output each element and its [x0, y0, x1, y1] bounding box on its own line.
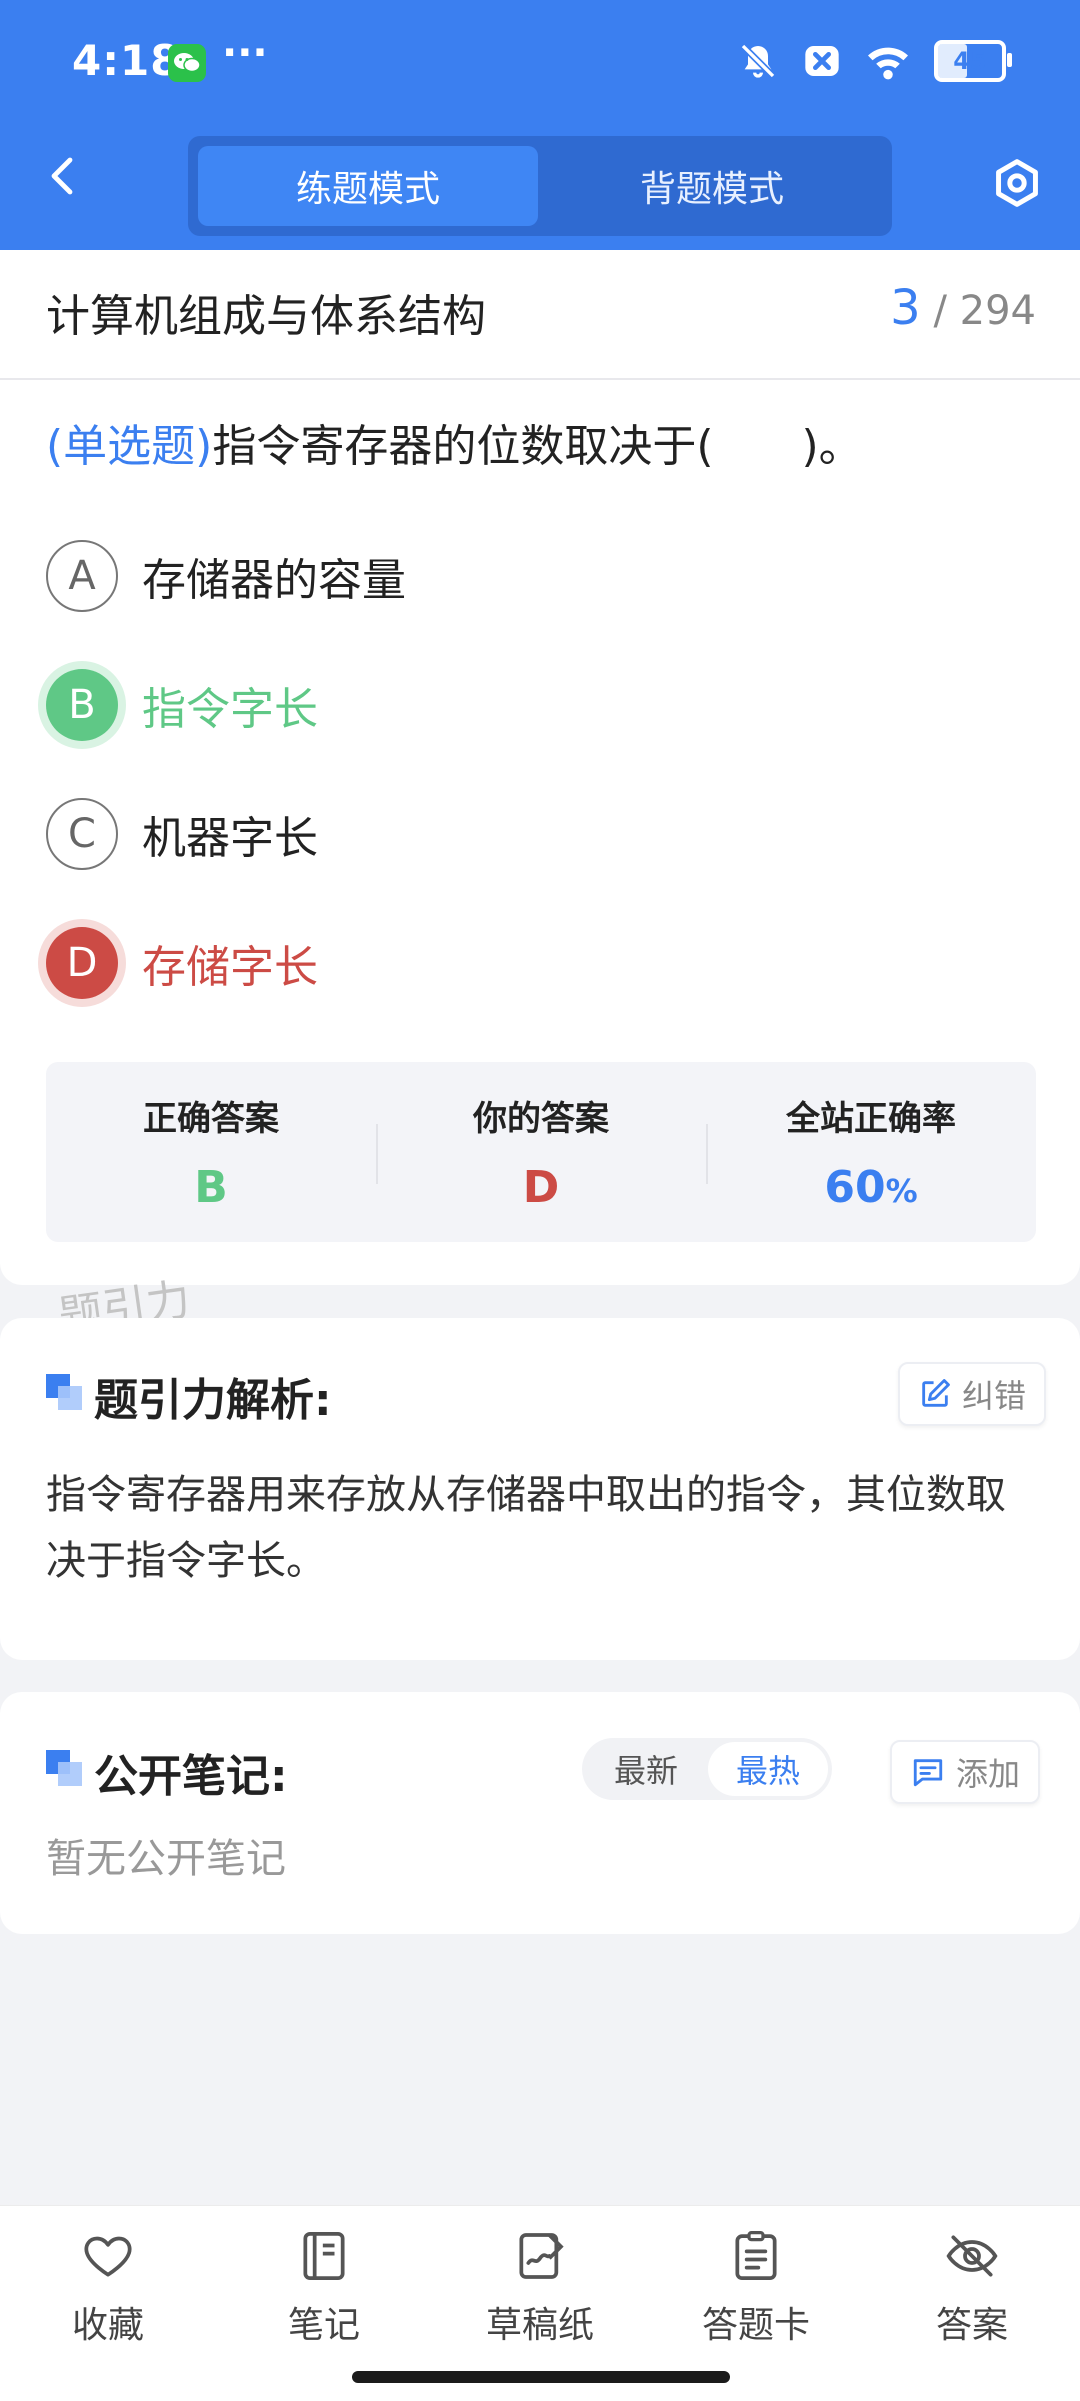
question-type: (单选题)	[46, 421, 213, 472]
section-square-icon	[46, 1750, 82, 1786]
option-d[interactable]: D 存储字长	[46, 925, 318, 1001]
answer-sheet-icon	[735, 2231, 777, 2281]
total-questions: 294	[959, 288, 1036, 334]
counter-separator: /	[933, 288, 947, 334]
draft-icon	[519, 2233, 564, 2279]
question-stem: (单选题)指令寄存器的位数取决于( )。	[46, 410, 863, 474]
option-key: B	[46, 669, 118, 741]
option-text: 存储器的容量	[142, 555, 406, 606]
accuracy-value: 60%	[824, 1162, 917, 1213]
back-arrow-icon[interactable]	[40, 152, 88, 200]
nav-label: 答案	[935, 2305, 1008, 2346]
analysis-text: 指令寄存器用来存放从存储器中取出的指令，其位数取决于指令字长。	[46, 1472, 1006, 1584]
mode-switch: 练题模式 背题模式	[188, 136, 892, 236]
status-icons: 45	[738, 40, 1012, 82]
current-question-number: 3	[890, 280, 921, 336]
divider	[0, 378, 1080, 380]
add-note-label: 添加	[956, 1755, 1021, 1793]
comment-icon	[913, 1759, 943, 1787]
option-text: 指令字长	[142, 684, 318, 735]
analysis-title: 题引力解析:	[94, 1375, 332, 1426]
section-square-icon	[46, 1374, 82, 1410]
status-bar: 4:18 ··· 45	[0, 0, 1080, 125]
status-overflow: ···	[222, 30, 268, 76]
subject-title: 计算机组成与体系结构	[46, 291, 486, 342]
sort-latest[interactable]: 最新	[586, 1742, 706, 1796]
notes-sort-switch: 最新 最热	[582, 1738, 832, 1800]
option-c[interactable]: C 机器字长	[46, 796, 318, 872]
nav-label: 收藏	[71, 2305, 144, 2346]
edit-icon	[922, 1379, 950, 1407]
sort-hottest[interactable]: 最热	[708, 1742, 828, 1796]
option-key: D	[46, 927, 118, 999]
option-text: 机器字长	[142, 813, 318, 864]
accuracy-block: 全站正确率 60%	[706, 1062, 1036, 1242]
notebook-icon	[303, 2231, 345, 2281]
question-counter: 3 / 294	[890, 280, 1036, 336]
favorite-button[interactable]: 收藏	[0, 2206, 216, 2356]
bottom-toolbar: 收藏 笔记 草稿纸 答题卡 答案	[0, 2205, 1080, 2401]
notes-empty-state: 暂无公开笔记	[46, 1836, 286, 1882]
your-answer-value: D	[522, 1162, 560, 1213]
notes-button[interactable]: 笔记	[216, 2206, 432, 2356]
mute-bell-icon	[740, 43, 776, 79]
report-error-label: 纠错	[962, 1377, 1027, 1415]
nav-label: 答题卡	[701, 2305, 810, 2346]
nav-label: 草稿纸	[485, 2305, 594, 2346]
your-answer-block: 你的答案 D	[376, 1062, 706, 1242]
wechat-icon	[168, 44, 206, 82]
home-indicator[interactable]	[352, 2371, 730, 2383]
option-key: C	[46, 798, 118, 870]
battery-level: 45	[953, 47, 987, 75]
question-text: 指令寄存器的位数取决于( )。	[212, 421, 863, 472]
show-answer-button[interactable]: 答案	[864, 2206, 1080, 2356]
close-box-icon	[805, 46, 839, 76]
battery-icon: 45	[934, 40, 1012, 82]
app-bar: 4:18 ··· 45 练题模式 背题模式	[0, 0, 1080, 250]
eye-off-icon	[946, 2235, 998, 2277]
option-key: A	[46, 540, 118, 612]
answer-sheet-button[interactable]: 答题卡	[648, 2206, 864, 2356]
accuracy-number: 60	[824, 1162, 886, 1213]
correct-answer-block: 正确答案 B	[46, 1062, 376, 1242]
accuracy-label: 全站正确率	[786, 1099, 956, 1139]
status-time: 4:18	[72, 36, 181, 85]
correct-answer-value: B	[194, 1162, 228, 1213]
answer-summary: 正确答案 B 你的答案 D 全站正确率 60%	[46, 1062, 1036, 1242]
tab-practice-mode[interactable]: 练题模式	[198, 146, 538, 226]
report-error-button[interactable]: 纠错	[898, 1362, 1047, 1426]
add-note-button[interactable]: 添加	[890, 1740, 1041, 1804]
your-answer-label: 你的答案	[473, 1099, 609, 1139]
option-a[interactable]: A 存储器的容量	[46, 538, 406, 614]
draft-paper-button[interactable]: 草稿纸	[432, 2206, 648, 2356]
correct-answer-label: 正确答案	[143, 1099, 279, 1139]
nav-label: 笔记	[287, 2305, 360, 2346]
option-b[interactable]: B 指令字长	[46, 667, 318, 743]
settings-icon[interactable]	[990, 156, 1044, 210]
notes-title: 公开笔记:	[94, 1751, 288, 1802]
tab-memorize-mode[interactable]: 背题模式	[542, 146, 882, 226]
notes-card	[0, 1692, 1080, 1934]
wifi-icon	[868, 47, 908, 80]
option-text: 存储字长	[142, 942, 318, 993]
accuracy-unit: %	[885, 1172, 918, 1210]
heart-icon	[84, 2236, 132, 2277]
